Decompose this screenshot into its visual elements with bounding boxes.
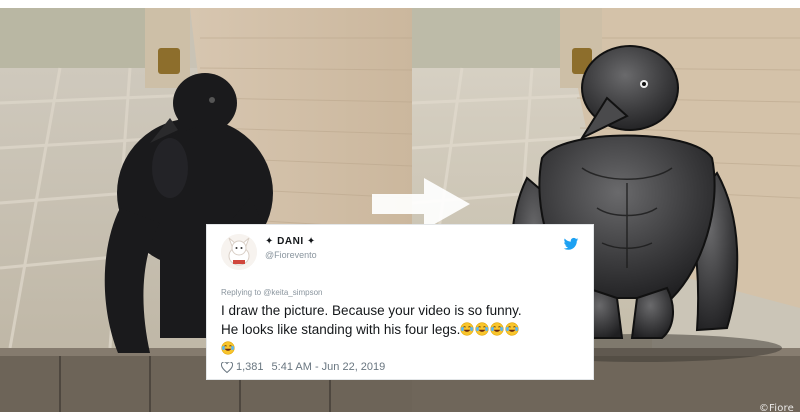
tweet-text-line-1: I draw the picture. Because your video i…: [221, 303, 522, 318]
reply-target-link[interactable]: @keita_simpson: [263, 288, 322, 297]
reply-context: Replying to @keita_simpson: [221, 288, 579, 297]
like-count: 1,381: [236, 361, 264, 373]
avatar[interactable]: [221, 234, 257, 270]
tweet-text-line-2: He looks like standing with his four leg…: [221, 320, 579, 339]
laughing-emoji-row-2: [221, 339, 579, 358]
laughing-tears-emoji-icon: [221, 341, 235, 355]
tweet-card: ✦ DANI ✦ @Fiorevento Replying to @keita_…: [206, 224, 594, 380]
reply-prefix: Replying to: [221, 288, 264, 297]
artist-watermark: ©Fiore: [758, 403, 794, 414]
meme-image: ©Fiore ✦ DANI ✦ @Fiorevento Replying to …: [0, 0, 800, 420]
arrow-right-icon: [372, 178, 470, 230]
laughing-tears-emoji-icon: [490, 322, 504, 336]
tweet-header: ✦ DANI ✦ @Fiorevento: [221, 234, 579, 274]
laughing-tears-emoji-icon: [475, 322, 489, 336]
heart-icon[interactable]: [221, 361, 233, 373]
laughing-tears-emoji-icon: [460, 322, 474, 336]
tweet-meta: 1,381 5:41 AM - Jun 22, 2019: [221, 361, 579, 373]
display-name[interactable]: ✦ DANI ✦: [265, 236, 317, 247]
tweet-text: I draw the picture. Because your video i…: [221, 301, 579, 358]
laughing-tears-emoji-icon: [505, 322, 519, 336]
twitter-bird-icon[interactable]: [563, 236, 579, 252]
user-handle[interactable]: @Fiorevento: [265, 250, 317, 260]
tweet-text-line-2-text: He looks like standing with his four leg…: [221, 322, 461, 337]
laughing-emoji-row: [460, 322, 520, 337]
tweet-timestamp[interactable]: 5:41 AM - Jun 22, 2019: [272, 361, 386, 373]
